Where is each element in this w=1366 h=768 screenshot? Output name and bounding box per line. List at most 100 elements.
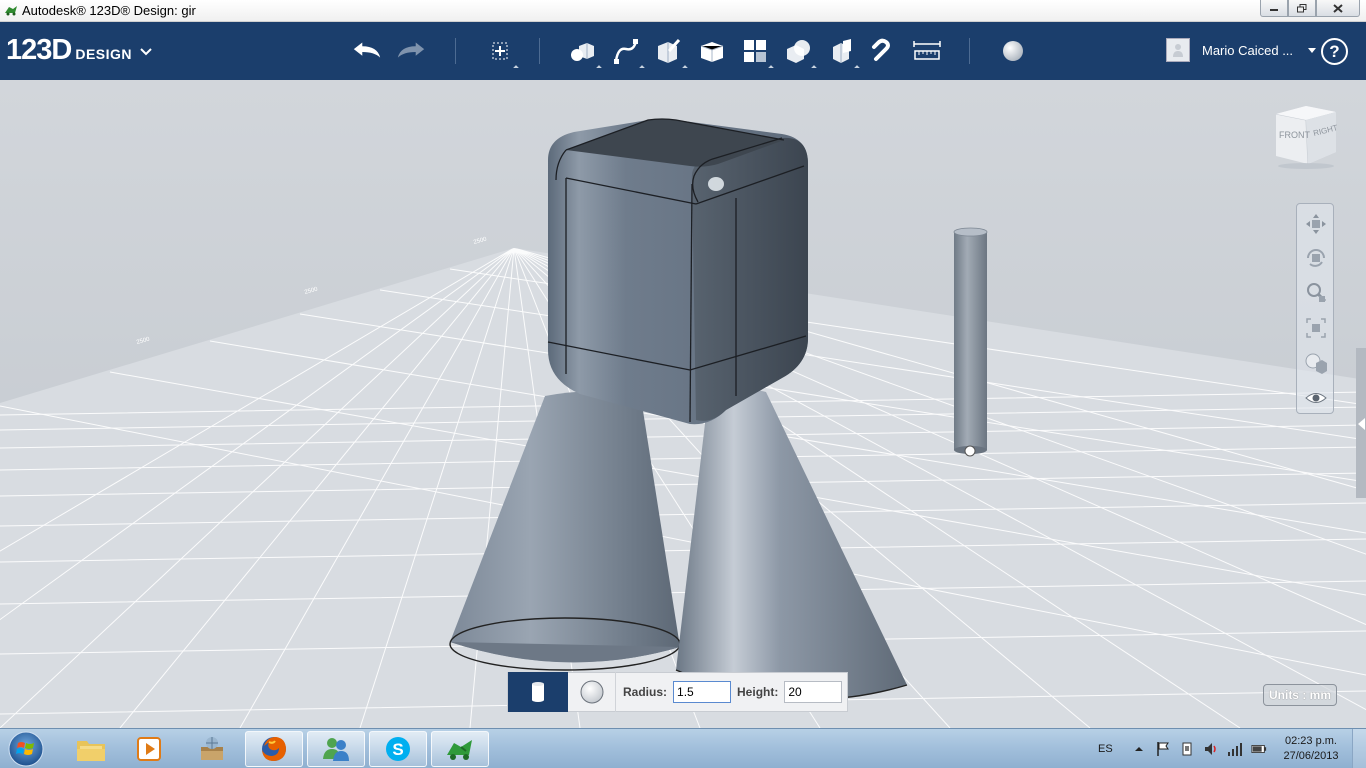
minimize-button[interactable] <box>1260 0 1288 17</box>
eye-icon <box>1305 393 1327 403</box>
rounded-cube-object[interactable] <box>547 118 808 425</box>
view-icon <box>1305 353 1327 374</box>
grid-label: 2500 <box>473 237 488 246</box>
close-icon <box>1333 3 1343 13</box>
messenger-icon <box>323 738 349 761</box>
battery-button[interactable] <box>1251 741 1267 757</box>
taskbar-archive[interactable] <box>183 731 241 767</box>
construct-button[interactable] <box>653 36 688 71</box>
taskbar-skype[interactable]: S <box>369 731 427 767</box>
app-toolbar: 123D DESIGN Mario Caiced ... ? <box>0 22 1366 80</box>
chevron-up-icon <box>1134 747 1143 751</box>
material-button[interactable] <box>997 36 1029 66</box>
battery-icon <box>1251 745 1266 753</box>
user-icon <box>1173 44 1183 57</box>
toolbar-separator <box>969 38 970 64</box>
title-bar: Autodesk® 123D® Design: gir <box>0 0 1366 22</box>
sphere-icon <box>580 680 603 704</box>
archive-icon <box>201 737 223 760</box>
navigation-bar <box>1296 203 1334 414</box>
user-name: Mario Caiced ... <box>1202 42 1294 58</box>
side-panel-handle[interactable] <box>1356 348 1366 498</box>
show-desktop-button[interactable] <box>1352 729 1366 768</box>
toolbar-separator <box>539 38 540 64</box>
clock-date: 27/06/2013 <box>1283 750 1339 762</box>
flag-icon <box>1156 742 1169 756</box>
transform-button[interactable] <box>484 36 519 71</box>
123d-design-icon <box>447 740 472 760</box>
action-center-button[interactable] <box>1155 741 1171 757</box>
redo-icon <box>397 42 425 58</box>
skype-icon: S <box>386 737 410 761</box>
network-button[interactable] <box>1227 741 1243 757</box>
sphere-type-button[interactable] <box>568 672 616 712</box>
close-button[interactable] <box>1316 0 1360 17</box>
pattern-button[interactable] <box>739 36 774 71</box>
modify-icon <box>700 42 724 62</box>
app-menu-logo[interactable]: 123D DESIGN <box>6 34 152 67</box>
zoom-button[interactable] <box>1302 279 1330 307</box>
clock-time: 02:23 p.m. <box>1285 735 1337 747</box>
clock[interactable]: 02:23 p.m. 27/06/2013 <box>1278 734 1344 764</box>
volume-button[interactable] <box>1203 741 1219 757</box>
undo-icon <box>353 42 381 58</box>
start-button[interactable] <box>6 730 46 768</box>
taskbar-messenger[interactable] <box>307 731 365 767</box>
primitives-button[interactable] <box>567 36 602 71</box>
grouping-button[interactable] <box>782 36 817 71</box>
3d-viewport[interactable]: 2500 2500 2500 FRONT RIGHT Units: mm Ra… <box>0 80 1366 728</box>
firefox-icon <box>262 737 286 761</box>
device-button[interactable] <box>1179 741 1195 757</box>
app-icon <box>5 6 17 16</box>
redo-button[interactable] <box>395 36 427 66</box>
cylinder-object[interactable] <box>953 227 988 457</box>
viewcube-front-label: FRONT <box>1279 130 1310 140</box>
modify-button[interactable] <box>696 36 728 66</box>
view-style-button[interactable] <box>1302 349 1330 377</box>
measure-button[interactable] <box>911 36 943 66</box>
folder-icon <box>77 741 105 761</box>
pan-button[interactable] <box>1302 210 1330 238</box>
system-tray: ES <box>1098 729 1275 768</box>
visibility-button[interactable] <box>1302 384 1330 412</box>
fit-icon <box>1306 318 1326 338</box>
svg-text:S: S <box>392 740 403 759</box>
height-label: Height: <box>737 685 779 699</box>
taskbar-123d-design[interactable] <box>431 731 489 767</box>
primitive-parameters-panel: Radius: Height: <box>507 672 848 712</box>
grip-handle[interactable] <box>964 445 976 457</box>
units-button[interactable]: Units : mm <box>1263 684 1337 706</box>
toolbar-separator <box>455 38 456 64</box>
orbit-button[interactable] <box>1302 244 1330 272</box>
sketch-button[interactable] <box>610 36 645 71</box>
signal-icon <box>1227 743 1242 756</box>
height-input[interactable] <box>784 681 843 703</box>
logo-word: DESIGN <box>75 46 133 62</box>
user-menu[interactable]: Mario Caiced ... <box>1166 38 1316 62</box>
taskbar-firefox[interactable] <box>245 731 303 767</box>
taskbar-explorer[interactable] <box>62 731 120 767</box>
construct-icon <box>658 38 681 63</box>
chevron-down-icon <box>1308 47 1316 53</box>
combine-button[interactable] <box>825 36 860 71</box>
language-indicator[interactable]: ES <box>1098 743 1113 755</box>
taskbar-media-player[interactable] <box>120 731 178 767</box>
view-cube[interactable]: FRONT RIGHT <box>1270 104 1340 170</box>
measure-icon <box>913 41 941 60</box>
usb-device-icon <box>1182 742 1192 756</box>
windows-start-icon <box>8 731 44 767</box>
restore-button[interactable] <box>1288 0 1316 17</box>
cylinder-type-button[interactable] <box>508 672 568 712</box>
undo-button[interactable] <box>351 36 383 66</box>
help-button[interactable]: ? <box>1321 38 1348 65</box>
fit-button[interactable] <box>1302 314 1330 342</box>
orbit-icon <box>1307 249 1325 267</box>
primitives-icon <box>571 43 594 61</box>
media-player-icon <box>137 737 161 761</box>
pan-icon <box>1306 214 1326 234</box>
radius-label: Radius: <box>623 685 668 699</box>
snap-button[interactable] <box>868 36 900 66</box>
logo-number: 123D <box>6 34 72 66</box>
show-hidden-icons-button[interactable] <box>1131 741 1147 757</box>
radius-input[interactable] <box>673 681 732 703</box>
